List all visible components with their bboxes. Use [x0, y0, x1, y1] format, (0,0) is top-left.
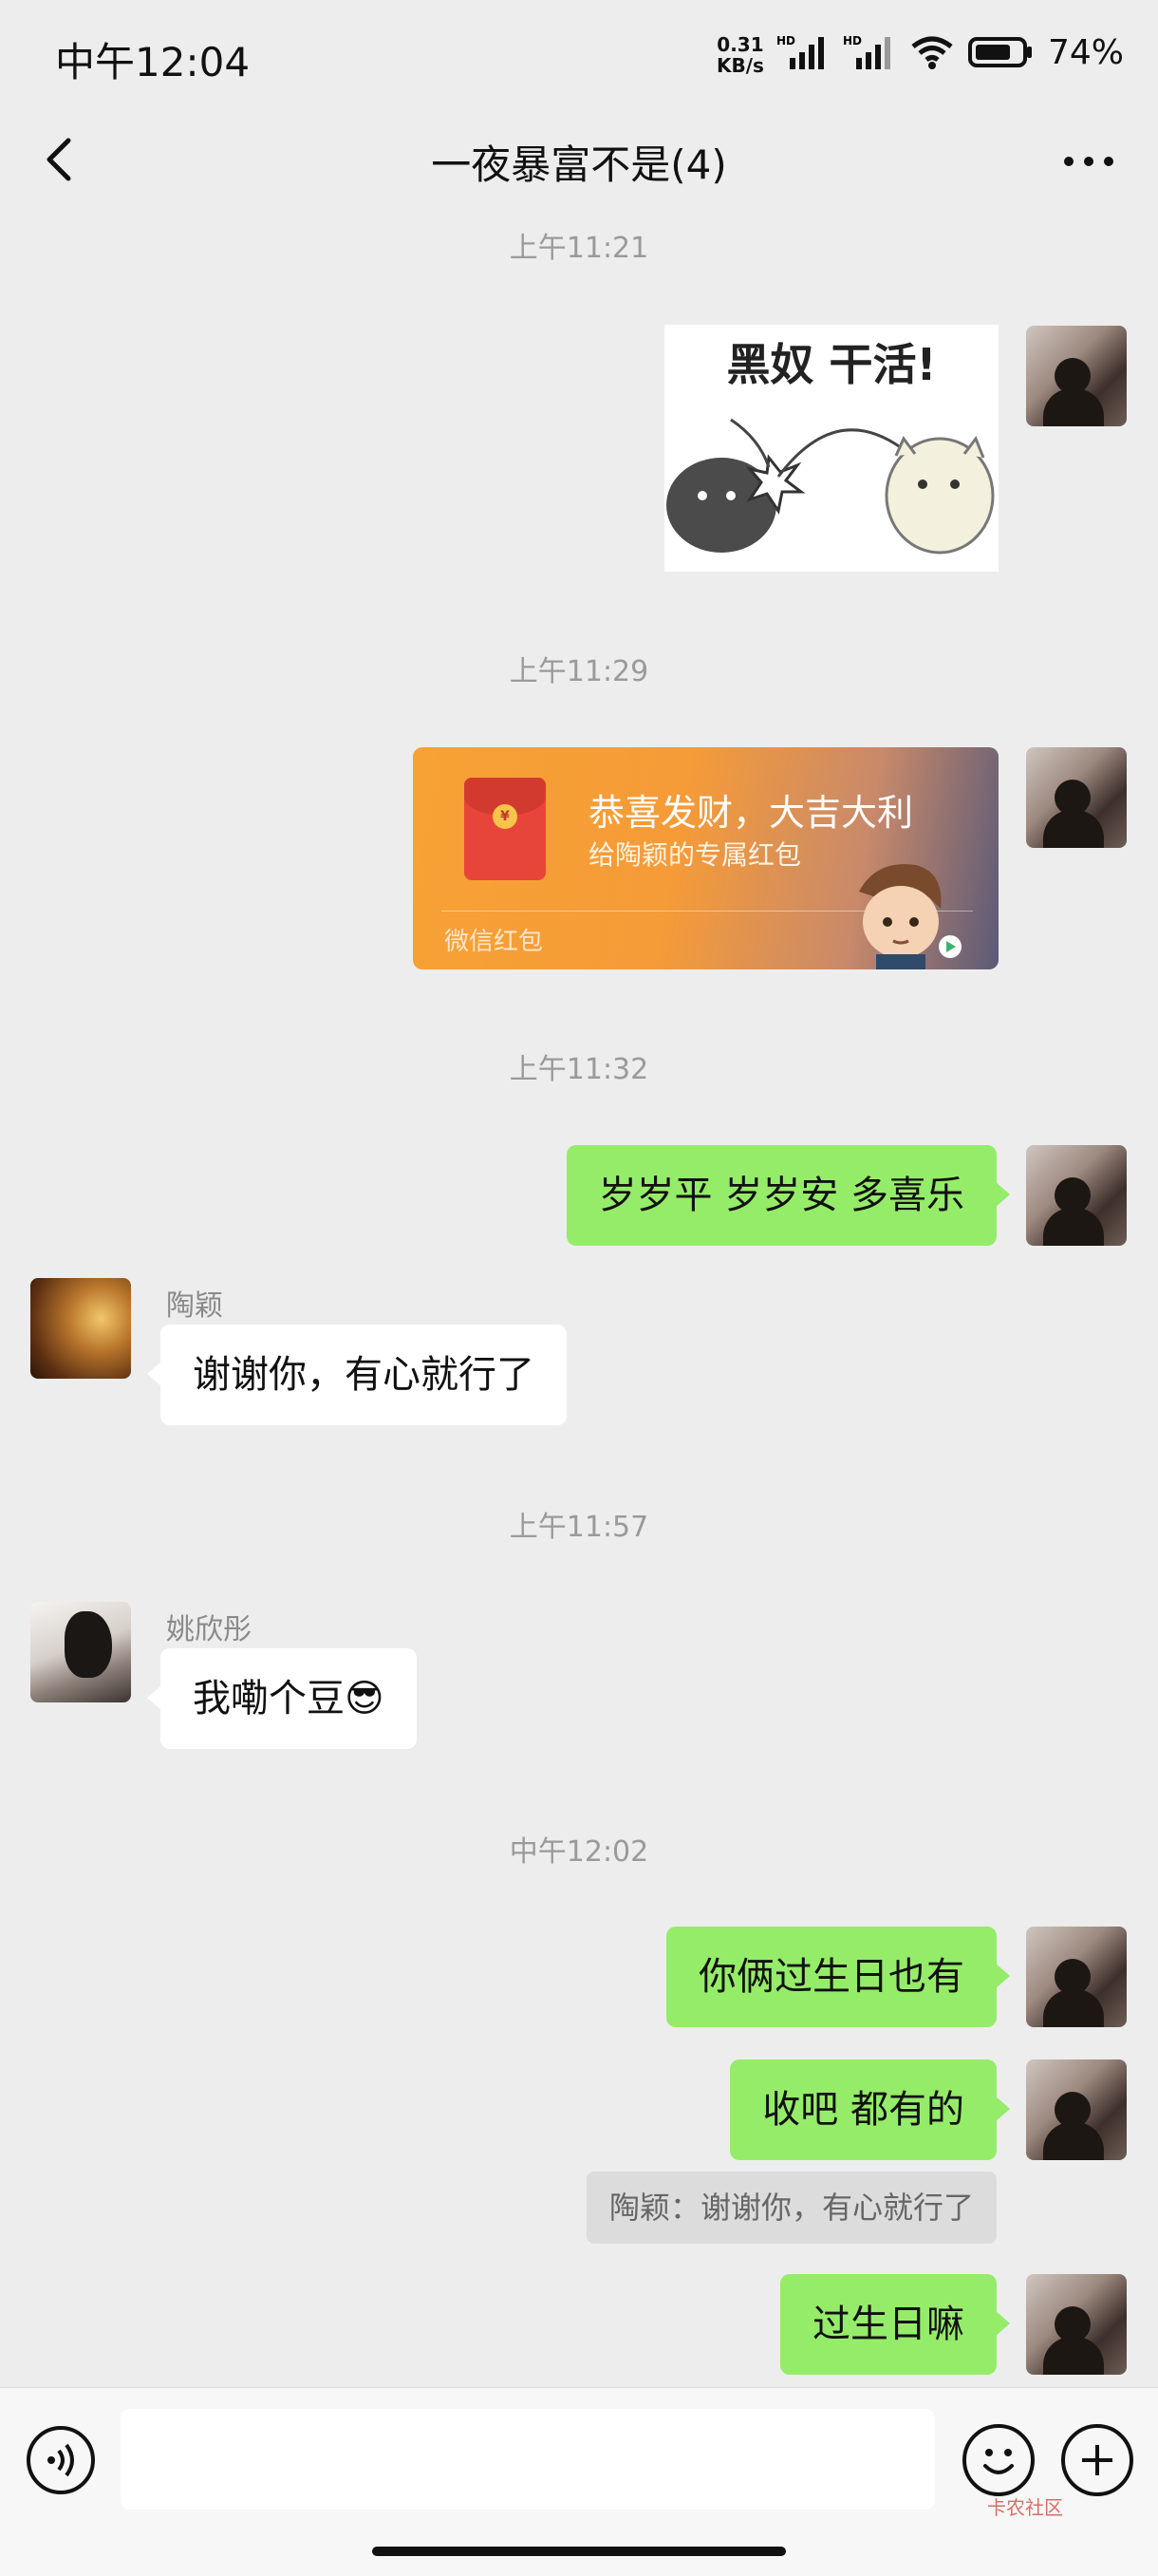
voice-icon [47, 2443, 74, 2477]
red-packet-coin: ¥ [493, 804, 517, 829]
timestamp: 上午11:57 [509, 1511, 649, 1544]
chat-header: 一夜暴富不是(4) [0, 104, 1158, 224]
signal-hd-icon: HD [843, 34, 890, 69]
voice-button[interactable] [27, 2426, 95, 2494]
network-speed: 0.31 KB/s [717, 34, 764, 76]
message-input[interactable] [121, 2409, 935, 2510]
timestamp: 中午12:02 [509, 1835, 649, 1869]
watermark: 卡农社区 [987, 2496, 1063, 2519]
red-packet-character-image [859, 864, 962, 969]
avatar[interactable] [30, 1602, 131, 1702]
message-bubble[interactable]: 谢谢你，有心就行了 [147, 1325, 567, 1425]
sender-name: 姚欣彤 [166, 1613, 252, 1646]
status-icons: HD HD 74% [776, 28, 1124, 76]
sticker-message[interactable]: 黑奴 干活! [664, 325, 999, 572]
network-speed-unit: KB/s [717, 54, 764, 77]
message-bubble[interactable]: 收吧 都有的 [730, 2059, 1010, 2160]
avatar[interactable] [1026, 2059, 1127, 2160]
avatar[interactable] [1026, 747, 1127, 848]
plus-icon [1082, 2445, 1112, 2475]
status-bar: 中午12:04 0.31 KB/s HD HD 74% [0, 0, 1158, 104]
avatar[interactable] [30, 1278, 131, 1379]
message-bubble[interactable]: 过生日嘛 [780, 2274, 1010, 2375]
sticker-image [666, 418, 995, 555]
red-packet-title: 恭喜发财，大吉大利 [588, 792, 914, 834]
battery-icon [967, 37, 1032, 67]
avatar[interactable] [1026, 1145, 1127, 1246]
message-bubble[interactable]: 你俩过生日也有 [666, 1927, 1010, 2027]
timestamp: 上午11:29 [509, 655, 649, 688]
timestamp: 上午11:32 [509, 1053, 649, 1086]
battery-percent: 74% [1047, 32, 1124, 72]
emoji-icon [983, 2449, 1014, 2474]
red-packet-message[interactable]: ¥ 恭喜发财，大吉大利 给陶颖的专属红包 微信红包 [413, 747, 999, 969]
message-bubble[interactable]: 岁岁平 岁岁安 多喜乐 [566, 1145, 1011, 1246]
avatar[interactable] [1026, 2274, 1127, 2375]
message-bubble[interactable]: 我嘞个豆😎 [147, 1648, 417, 1749]
emoji-button[interactable] [962, 2424, 1035, 2496]
more-functions-button[interactable] [1061, 2424, 1133, 2496]
wifi-icon [911, 36, 953, 69]
status-time: 中午12:04 [55, 39, 251, 85]
avatar[interactable] [1026, 1927, 1127, 2027]
chat-title: 一夜暴富不是(4) [431, 141, 727, 188]
red-packet-icon: ¥ [464, 778, 546, 880]
red-packet-footer: 微信红包 [444, 928, 544, 956]
home-indicator[interactable] [372, 2547, 786, 2556]
network-speed-value: 0.31 [717, 33, 764, 56]
avatar[interactable] [1026, 326, 1127, 426]
svg-text:HD: HD [776, 34, 795, 47]
more-options-button[interactable] [1055, 133, 1122, 190]
red-packet-subtitle: 给陶颖的专属红包 [588, 839, 802, 871]
sender-name: 陶颖 [166, 1289, 223, 1323]
signal-hd-icon: HD [776, 34, 824, 69]
svg-text:HD: HD [843, 34, 862, 47]
quoted-message[interactable]: 陶颖：谢谢你，有心就行了 [586, 2172, 997, 2244]
timestamp: 上午11:21 [509, 232, 649, 265]
